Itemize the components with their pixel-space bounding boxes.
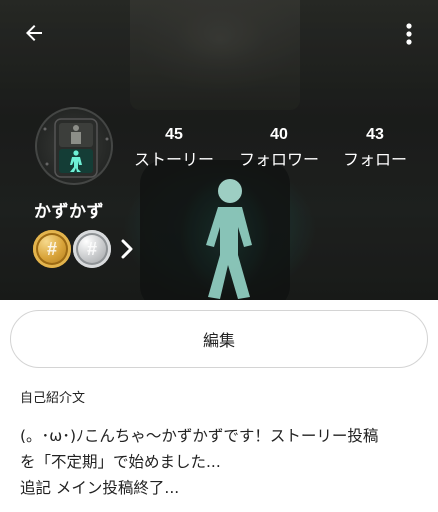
following-label: フォロー [342,150,407,169]
username: かずかず [34,202,104,222]
bio-line: 追記 メイン投稿終了... [20,479,180,497]
stat-followers[interactable]: 40 フォロワー [229,126,329,171]
stories-count: 45 [165,126,183,143]
avatar[interactable] [35,107,113,185]
profile-content: 編集 自己紹介文 (。･ω･)ﾉこんちゃ〜かずかずです！ストーリー投稿 を「不定… [0,300,438,512]
arrow-left-icon [26,25,42,41]
more-vert-icon [406,23,412,45]
profile-header: 45 ストーリー 40 フォロワー 43 フォロー かずかず # # [0,0,438,300]
bio-line: (。･ω･)ﾉこんちゃ〜かずかずです！ストーリー投稿 [20,427,379,445]
gold-hash-badge-icon: # [33,230,71,268]
badge-list[interactable]: # # [33,230,135,268]
edit-profile-button[interactable]: 編集 [10,310,428,368]
more-options-button[interactable] [398,20,420,48]
chevron-right-icon [121,238,135,260]
stat-stories[interactable]: 45 ストーリー [124,126,224,171]
bio-line: を「不定期」で始めました... [20,453,221,471]
followers-label: フォロワー [238,150,319,169]
bio-title: 自己紹介文 [20,391,86,406]
bio-text: (。･ω･)ﾉこんちゃ〜かずかずです！ストーリー投稿 を「不定期」で始めました.… [20,423,425,501]
following-count: 43 [366,126,384,143]
silver-hash-badge-icon: # [73,230,111,268]
stat-following[interactable]: 43 フォロー [325,126,425,171]
followers-count: 40 [270,126,288,143]
stories-label: ストーリー [133,150,214,169]
back-button[interactable] [20,19,48,47]
